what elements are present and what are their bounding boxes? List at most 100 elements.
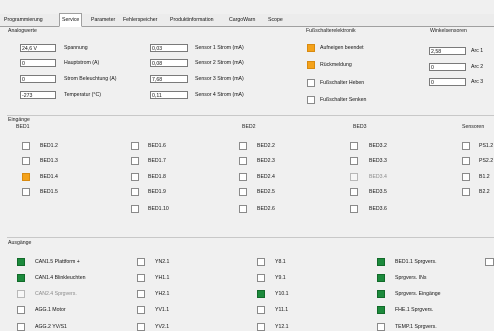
bed2-6-indicator [239,205,247,213]
out-agg1-label: AGG.1 Motor [35,307,66,313]
out-agg2-indicator [17,323,25,331]
sensor-value-2[interactable]: 0,08 [150,59,188,67]
out-fhe1-indicator [377,306,385,314]
out-yh2-label: YH2.1 [155,291,170,297]
bed3-3-indicator [350,157,358,165]
tab-produktinformation[interactable]: Produktinformation [168,15,216,25]
out-agg1-indicator [17,306,25,314]
bed3-3-label: BED3.3 [369,158,387,164]
out-yh1-label: YH1.1 [155,275,170,281]
analog-value-1[interactable]: 24,6 V [20,44,56,52]
bed3-2-indicator [350,142,358,150]
out-y12-label: Y12.1 [275,324,289,330]
foot-label-1: Aufneigen beendet [320,45,364,51]
bed1-6-label: BED1.6 [148,143,166,149]
bed1-8-label: BED1.8 [148,174,166,180]
analog-title: Analogwerte [8,28,37,34]
bed2-6-label: BED2.6 [257,206,275,212]
b2-2-label: B2.2 [479,189,490,195]
bed1-5-indicator [22,188,30,196]
tab-cargowarn[interactable]: CargoWarn [227,15,257,25]
bed1-3-indicator [22,157,30,165]
bed3-2-label: BED3.2 [369,143,387,149]
sensoren-title: Sensoren [462,124,485,130]
bed1-5-label: BED1.5 [40,189,58,195]
tab-programmierung[interactable]: Programmierung [2,15,45,25]
tab-fehlerspeicher[interactable]: Fehlerspeicher [121,15,159,25]
analog-label-2: Hauptstrom (A) [64,60,100,66]
ps2-2-label: PS2.2 [479,158,494,164]
arc-value-2[interactable]: 0 [429,63,466,71]
analog-label-3: Strom Beleuchtung (A) [64,76,117,82]
analog-group: 24,6 V Spannung 0 Hauptstrom (A) 0 Strom… [7,35,300,107]
analog-value-2[interactable]: 0 [20,59,56,67]
out-y8-indicator [257,258,265,266]
out-can2-4-indicator [17,290,25,298]
bed1-3-label: BED1.3 [40,158,58,164]
out-y11-label: Y11.1 [275,307,289,313]
bed3-6-label: BED3.6 [369,206,387,212]
bed1-9-indicator [131,188,139,196]
sensor-value-3[interactable]: 7,68 [150,75,188,83]
bed1-10-indicator [131,205,139,213]
tab-service[interactable]: Service [59,13,83,27]
bed2-2-label: BED2.2 [257,143,275,149]
out-yn2-indicator [137,258,145,266]
b1-2-label: B1.2 [479,174,490,180]
bed1-4-label: BED1.4 [40,174,58,180]
analog-value-4[interactable]: -273 [20,91,56,99]
arc-value-1[interactable]: 2,58 [429,47,466,55]
tab-scope[interactable]: Scope [266,15,285,25]
bed2-4-indicator [239,173,247,181]
sensor-value-4[interactable]: 0,11 [150,91,188,99]
sensor-label-3: Sensor 3 Strom (mA) [195,76,244,82]
bed2-3-label: BED2.3 [257,158,275,164]
out-y9-indicator [257,274,265,282]
b2-2-indicator [462,188,470,196]
out-temp1-indicator [377,323,385,331]
out-extra-indicator [485,258,494,266]
out-temp1-label: TEMP.1 Sprgvers. [395,324,437,330]
analog-label-4: Temperatur (°C) [64,92,101,98]
out-can1-4-indicator [17,274,25,282]
foot-indicator-4 [307,96,315,104]
bed3-title: BED3 [353,124,367,130]
out-y12-indicator [257,323,265,331]
out-sprg-eing-indicator [377,290,385,298]
analog-value-3[interactable]: 0 [20,75,56,83]
bed2-4-label: BED2.4 [257,174,275,180]
sensor-value-1[interactable]: 0,03 [150,44,188,52]
b1-2-indicator [462,173,470,181]
bed2-3-indicator [239,157,247,165]
foot-indicator-1 [307,44,315,52]
out-y10-label: Y10.1 [275,291,289,297]
out-yv1-label: YV1.1 [155,307,170,313]
out-fhe1-label: FHE.1 Sprgvers. [395,307,434,313]
out-sprg-eing-label: Sprgvers. Eingänge [395,291,441,297]
arc-value-3[interactable]: 0 [429,78,466,86]
tab-parameter[interactable]: Parameter [89,15,117,25]
bed1-2-label: BED1.2 [40,143,58,149]
out-yv2-indicator [137,323,145,331]
foot-indicator-3 [307,79,315,87]
bed3-4-indicator [350,173,358,181]
out-sprg-ins-label: Sprgvers. INs [395,275,427,281]
foot-label-2: Rückmeldung [320,62,352,68]
bed2-title: BED2 [242,124,256,130]
arc-label-2: Arc 2 [471,64,484,70]
foot-title: Fußschalterelektronik [306,28,356,34]
ps1-2-label: PS1.2 [479,143,494,149]
bed1-6-indicator [131,142,139,150]
bed3-6-indicator [350,205,358,213]
bed2-5-label: BED2.5 [257,189,275,195]
foot-label-3: Fußschalter Heben [320,80,365,86]
out-y11-indicator [257,306,265,314]
bed2-2-indicator [239,142,247,150]
bed1-4-indicator [22,173,30,181]
bed1-2-indicator [22,142,30,150]
outputs-divider [7,237,494,238]
out-y8-label: Y8.1 [275,259,286,265]
out-can1-4-label: CAN1.4 Blinkleuchten [35,275,86,281]
arc-label-3: Arc 3 [471,79,484,85]
out-y10-indicator [257,290,265,298]
